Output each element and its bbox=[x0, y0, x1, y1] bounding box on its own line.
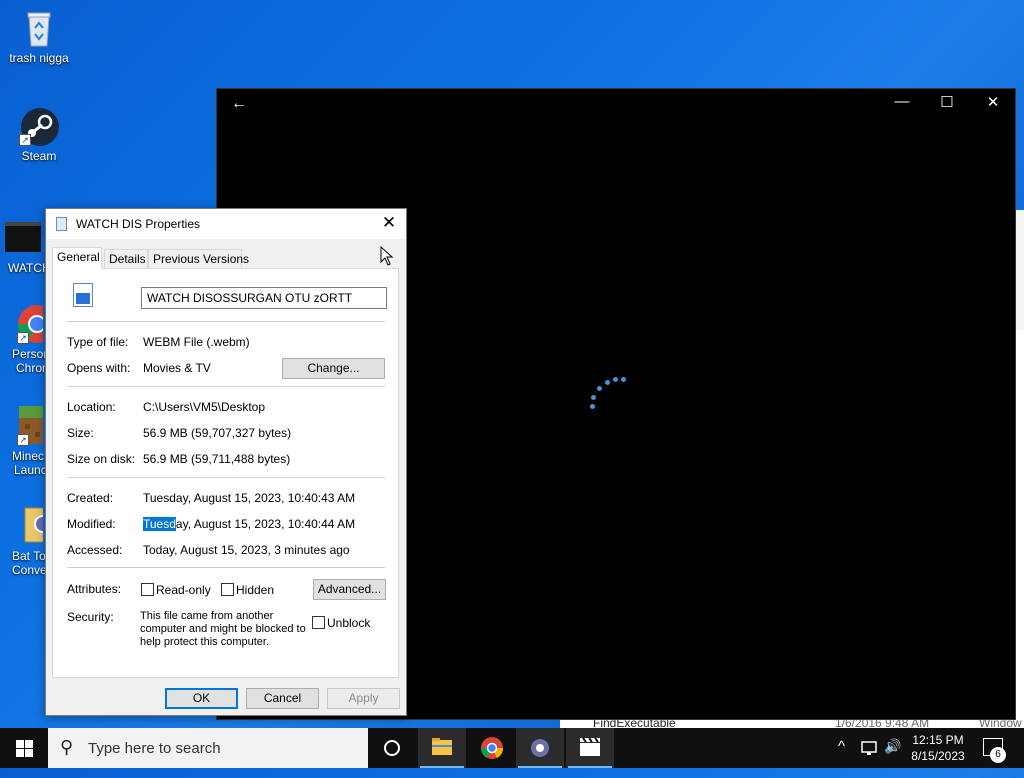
desktop-icon-bat-converter[interactable]: Bat To Conve bbox=[0, 506, 52, 577]
taskbar-clock[interactable]: 12:15 PM 8/15/2023 bbox=[905, 732, 971, 764]
desktop-icon-label: WATCH bbox=[8, 261, 51, 275]
hidden-checkbox[interactable] bbox=[221, 583, 234, 596]
desktop-icon-chrome[interactable]: ↗ Person Chrom bbox=[0, 304, 56, 375]
taskbar: ⚲ Type here to search ^ 🔊 12:15 PM 8/15/… bbox=[0, 728, 1024, 768]
security-label: Security: bbox=[67, 610, 114, 624]
settings-taskbar-button[interactable] bbox=[516, 728, 564, 768]
accessed-value: Today, August 15, 2023, 3 minutes ago bbox=[143, 543, 350, 557]
desktop-icon-label-line2: Conve bbox=[12, 563, 47, 577]
bat-converter-icon bbox=[3, 506, 52, 546]
attributes-label: Attributes: bbox=[67, 582, 122, 596]
modified-value[interactable]: Tuesday, August 15, 2023, 10:40:44 AM bbox=[143, 517, 355, 531]
movies-tv-taskbar-button[interactable] bbox=[566, 728, 614, 768]
location-label: Location: bbox=[67, 400, 116, 414]
steam-icon: ↗ bbox=[19, 106, 59, 146]
size-label: Size: bbox=[67, 426, 94, 440]
tray-chevron-icon[interactable]: ^ bbox=[838, 738, 845, 778]
size-on-disk-label: Size on disk: bbox=[67, 452, 136, 466]
clapperboard-icon bbox=[580, 737, 600, 756]
chrome-icon: ↗ bbox=[3, 304, 56, 344]
dialog-close-button[interactable]: ✕ bbox=[378, 213, 400, 233]
video-file-icon bbox=[3, 218, 43, 258]
type-value: WEBM File (.webm) bbox=[143, 335, 250, 349]
search-placeholder: Type here to search bbox=[88, 740, 221, 757]
divider bbox=[67, 321, 385, 322]
modified-label: Modified: bbox=[67, 517, 116, 531]
readonly-checkbox[interactable] bbox=[141, 583, 154, 596]
notification-count-badge: 6 bbox=[990, 747, 1006, 763]
advanced-button[interactable]: Advanced... bbox=[313, 579, 386, 600]
maximize-button[interactable]: ☐ bbox=[932, 93, 962, 111]
divider bbox=[67, 386, 385, 387]
readonly-label[interactable]: Read-only bbox=[156, 583, 211, 597]
start-button[interactable] bbox=[0, 728, 48, 768]
divider bbox=[67, 477, 385, 478]
folder-icon bbox=[432, 738, 452, 755]
apply-button[interactable]: Apply bbox=[327, 688, 400, 709]
tab-previous-versions[interactable]: Previous Versions bbox=[148, 249, 249, 268]
shortcut-arrow-icon: ↗ bbox=[17, 434, 29, 446]
type-label: Type of file: bbox=[67, 335, 129, 349]
close-button[interactable]: ✕ bbox=[978, 93, 1008, 111]
security-note: This file came from another computer and… bbox=[140, 610, 306, 648]
back-arrow-icon[interactable]: ← bbox=[231, 95, 247, 113]
task-view-button[interactable] bbox=[368, 728, 416, 768]
desktop-icon-label-line2: Launc bbox=[14, 463, 47, 477]
cancel-button[interactable]: Cancel bbox=[246, 688, 319, 709]
dialog-title: WATCH DIS Properties bbox=[76, 217, 201, 231]
mouse-cursor-icon bbox=[380, 246, 394, 266]
search-icon: ⚲ bbox=[60, 737, 74, 757]
change-button[interactable]: Change... bbox=[282, 358, 385, 379]
gear-icon bbox=[531, 739, 549, 757]
taskbar-search-box[interactable]: ⚲ Type here to search bbox=[48, 728, 368, 768]
location-value: C:\Users\VM5\Desktop bbox=[143, 400, 266, 414]
created-value: Tuesday, August 15, 2023, 10:40:43 AM bbox=[143, 491, 356, 505]
desktop-icon-label: Person bbox=[12, 347, 51, 361]
desktop-icon-watch-video[interactable]: WATCH bbox=[0, 218, 51, 275]
file-name-input[interactable]: WATCH DISOSSURGAN OTU zORTT bbox=[141, 287, 387, 309]
ok-button[interactable]: OK bbox=[165, 688, 238, 709]
dialog-title-bar[interactable]: WATCH DIS Properties ✕ bbox=[46, 209, 406, 239]
webm-file-icon bbox=[73, 283, 93, 307]
minecraft-icon: ↗ bbox=[3, 406, 49, 446]
desktop-icon-minecraft[interactable]: ↗ Minec Launc bbox=[0, 406, 49, 477]
file-icon bbox=[56, 217, 67, 231]
desktop-icon-steam[interactable]: ↗ Steam bbox=[2, 106, 76, 163]
recycle-bin-icon bbox=[19, 8, 59, 48]
properties-dialog[interactable]: WATCH DIS Properties ✕ General Details P… bbox=[45, 208, 407, 716]
selected-text: Tuesd bbox=[143, 517, 176, 531]
created-label: Created: bbox=[67, 491, 114, 505]
clock-date: 8/15/2023 bbox=[911, 749, 965, 763]
desktop-icon-label: Minec bbox=[12, 449, 45, 463]
loading-spinner-icon bbox=[585, 373, 629, 417]
desktop-icon-label: Bat To bbox=[12, 549, 46, 563]
desktop-icon-recycle-bin[interactable]: trash nigga bbox=[2, 8, 76, 65]
opens-with-value: Movies & TV bbox=[143, 361, 211, 375]
network-icon[interactable] bbox=[860, 740, 880, 756]
size-value: 56.9 MB (59,707,327 bytes) bbox=[143, 426, 292, 440]
minimize-button[interactable]: — bbox=[887, 93, 917, 110]
chrome-taskbar-button[interactable] bbox=[468, 728, 516, 768]
desktop-icon-label: trash nigga bbox=[9, 51, 69, 65]
divider bbox=[67, 567, 385, 568]
accessed-label: Accessed: bbox=[67, 543, 123, 557]
general-panel: WATCH DISOSSURGAN OTU zORTT Type of file… bbox=[52, 268, 399, 678]
hidden-label[interactable]: Hidden bbox=[236, 583, 274, 597]
unblock-label[interactable]: Unblock bbox=[327, 616, 370, 630]
tab-general[interactable]: General bbox=[52, 247, 102, 269]
opens-with-label: Opens with: bbox=[67, 361, 131, 375]
clock-time: 12:15 PM bbox=[912, 733, 964, 747]
shortcut-arrow-icon: ↗ bbox=[19, 134, 31, 146]
chrome-icon bbox=[480, 737, 504, 759]
unblock-checkbox[interactable] bbox=[312, 616, 325, 629]
shortcut-arrow-icon: ↗ bbox=[17, 332, 29, 344]
volume-icon[interactable]: 🔊 bbox=[884, 738, 901, 778]
desktop-icon-label: Steam bbox=[21, 149, 57, 163]
tab-details[interactable]: Details bbox=[104, 249, 148, 268]
modified-value-rest: ay, August 15, 2023, 10:40:44 AM bbox=[175, 517, 356, 531]
size-on-disk-value: 56.9 MB (59,711,488 bytes) bbox=[143, 452, 291, 466]
file-explorer-taskbar-button[interactable] bbox=[418, 728, 466, 768]
desktop-icon-label-line2: Chrom bbox=[16, 361, 53, 375]
